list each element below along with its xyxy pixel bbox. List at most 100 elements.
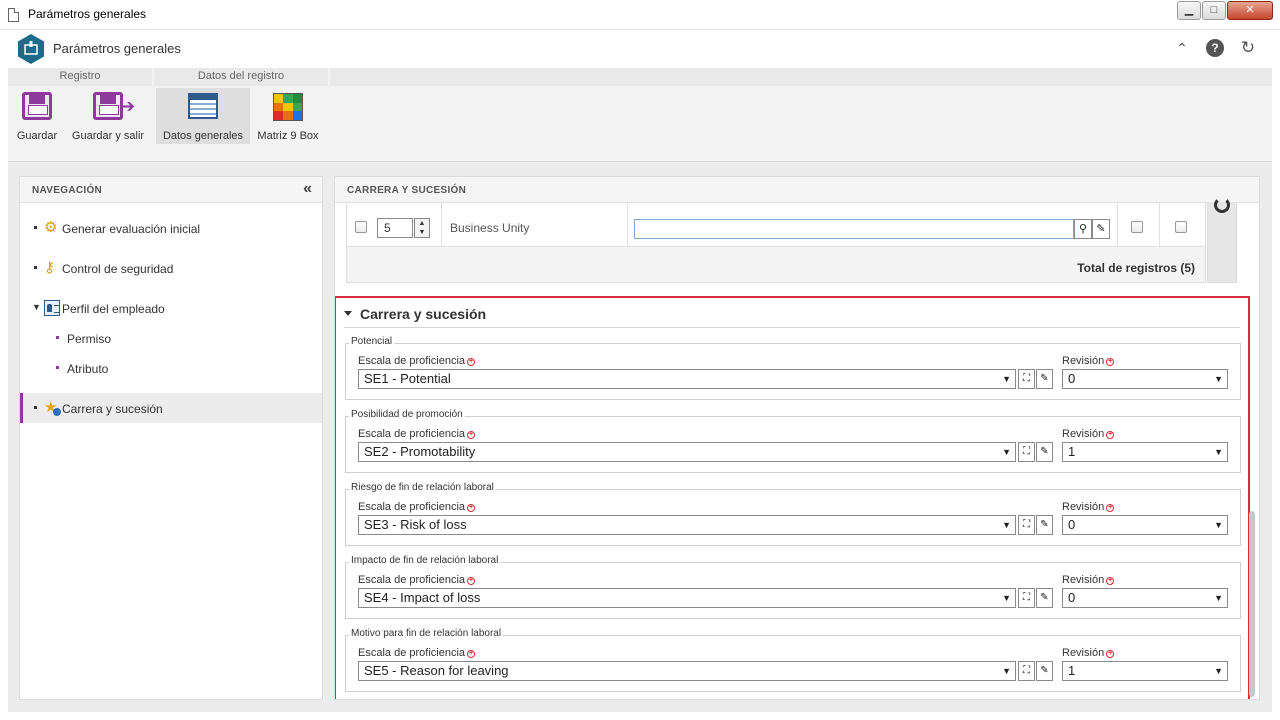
exit-arrow-icon: ➔	[120, 96, 136, 116]
search-icon[interactable]: ⚲	[1074, 219, 1092, 239]
revision-label: Revisión +	[1062, 428, 1115, 440]
refresh-icon[interactable]: ↻	[1239, 39, 1257, 57]
expand-arrow-icon[interactable]: ▼	[32, 302, 41, 312]
scale-value: SE3 - Risk of loss	[364, 517, 467, 532]
nav-item-label: Atributo	[67, 362, 109, 376]
dropdown-arrow-icon: ▼	[1002, 447, 1011, 457]
bullet-icon	[56, 336, 59, 339]
revision-select[interactable]: 0 ▼	[1062, 588, 1228, 608]
fieldset-legend: Posibilidad de promoción	[349, 409, 465, 420]
maximize-button[interactable]: □	[1202, 1, 1226, 20]
dropdown-arrow-icon: ▼	[1002, 666, 1011, 676]
row-option-checkbox-2[interactable]	[1175, 221, 1187, 233]
general-data-button[interactable]: Datos generales	[156, 88, 250, 144]
key-icon: ⚷	[44, 259, 55, 276]
bullet-icon	[34, 226, 37, 229]
collapse-up-icon[interactable]: ⌃	[1173, 39, 1191, 57]
window-titlebar: Parámetros generales ▁ □ ✕	[0, 0, 1280, 30]
section-header[interactable]: Carrera y sucesión	[344, 306, 486, 322]
fieldset-legend: Riesgo de fin de relación laboral	[349, 482, 496, 493]
binoculars-icon[interactable]: ⛶	[1018, 442, 1035, 462]
scale-label-text: Escala de proficiencia	[358, 355, 466, 367]
revision-label-text: Revisión	[1062, 428, 1105, 440]
scale-value: SE5 - Reason for leaving	[364, 663, 509, 678]
clear-icon[interactable]: ✎	[1036, 515, 1053, 535]
revision-select[interactable]: 1 ▼	[1062, 661, 1228, 681]
main-panel: CARRERA Y SUCESIÓN 5 ▲ ▼ Business Unity ⚲…	[334, 176, 1260, 700]
scale-label-text: Escala de proficiencia	[358, 501, 466, 513]
fieldset-legend: Impacto de fin de relación laboral	[349, 555, 501, 566]
document-icon	[8, 8, 19, 22]
fieldset-riesgo: Riesgo de fin de relación laboral Escala…	[345, 482, 1241, 546]
nav-item-carrera-sucesion[interactable]: ★ Carrera y sucesión	[20, 393, 322, 423]
dropdown-arrow-icon: ▼	[1214, 447, 1223, 457]
collapse-left-icon[interactable]: «	[303, 180, 312, 198]
required-icon: +	[1106, 650, 1115, 658]
scale-select[interactable]: SE3 - Risk of loss ▼	[358, 515, 1016, 535]
revision-value: 0	[1068, 590, 1076, 605]
row-value-input[interactable]	[634, 219, 1074, 239]
row-select-checkbox[interactable]	[355, 221, 367, 233]
save-exit-icon	[93, 92, 123, 120]
binoculars-icon[interactable]: ⛶	[1018, 661, 1035, 681]
required-icon: +	[467, 358, 476, 366]
ribbon-group-empty	[330, 68, 1272, 86]
nav-item-generar-evaluacion[interactable]: ⚙ Generar evaluación inicial	[20, 213, 322, 243]
nav-item-label: Permiso	[67, 332, 112, 346]
order-spinner[interactable]: ▲ ▼	[414, 218, 430, 238]
fieldset-impacto: Impacto de fin de relación laboral Escal…	[345, 555, 1241, 619]
nine-box-matrix-button[interactable]: Matriz 9 Box	[252, 88, 324, 144]
save-and-exit-button[interactable]: ➔ Guardar y salir	[68, 88, 148, 144]
scale-select[interactable]: SE4 - Impact of loss ▼	[358, 588, 1016, 608]
app-title: Parámetros generales	[53, 41, 181, 56]
order-number-input[interactable]: 5	[377, 218, 413, 238]
bullet-icon	[56, 366, 59, 369]
main-scrollbar[interactable]	[1249, 511, 1255, 697]
ribbon-toolbar: Registro Datos del registro Guardar ➔ Gu…	[8, 68, 1272, 162]
revision-label: Revisión +	[1062, 647, 1115, 659]
scale-select[interactable]: SE5 - Reason for leaving ▼	[358, 661, 1016, 681]
scale-label: Escala de proficiencia +	[358, 355, 476, 367]
revision-value: 0	[1068, 517, 1076, 532]
row-option-checkbox-1[interactable]	[1131, 221, 1143, 233]
revision-select[interactable]: 1 ▼	[1062, 442, 1228, 462]
nav-item-permiso[interactable]: Permiso	[20, 323, 322, 353]
help-icon[interactable]: ?	[1206, 39, 1224, 57]
save-button[interactable]: Guardar	[12, 88, 62, 144]
required-icon: +	[1106, 358, 1115, 366]
nav-item-control-seguridad[interactable]: ⚷ Control de seguridad	[20, 253, 322, 283]
table-row[interactable]: 5 ▲ ▼ Business Unity ⚲ ✎	[347, 203, 1205, 247]
nav-item-atributo[interactable]: Atributo	[20, 353, 322, 383]
scale-label: Escala de proficiencia +	[358, 647, 476, 659]
close-button[interactable]: ✕	[1227, 1, 1273, 20]
binoculars-icon[interactable]: ⛶	[1018, 588, 1035, 608]
grid-scrollbar[interactable]	[1207, 197, 1237, 283]
binoculars-icon[interactable]: ⛶	[1018, 515, 1035, 535]
column-divider	[627, 203, 628, 247]
general-data-label: Datos generales	[162, 130, 244, 142]
app-logo-icon	[18, 34, 44, 64]
dropdown-arrow-icon: ▼	[1214, 520, 1223, 530]
scale-label-text: Escala de proficiencia	[358, 647, 466, 659]
nav-item-label: Control de seguridad	[62, 262, 174, 276]
nine-box-icon	[273, 93, 303, 121]
revision-select[interactable]: 0 ▼	[1062, 515, 1228, 535]
clear-icon[interactable]: ✎	[1036, 661, 1053, 681]
dropdown-arrow-icon: ▼	[1002, 593, 1011, 603]
evaluation-icon: ⚙	[44, 219, 58, 236]
clear-icon[interactable]: ✎	[1036, 369, 1053, 389]
column-divider	[1117, 203, 1118, 247]
dropdown-arrow-icon: ▼	[1214, 593, 1223, 603]
clear-icon[interactable]: ✎	[1036, 442, 1053, 462]
scale-select[interactable]: SE2 - Promotability ▼	[358, 442, 1016, 462]
revision-select[interactable]: 0 ▼	[1062, 369, 1228, 389]
main-title: CARRERA Y SUCESIÓN	[347, 185, 467, 196]
nav-item-perfil-empleado[interactable]: ▼ Perfil del empleado	[20, 293, 322, 323]
binoculars-icon[interactable]: ⛶	[1018, 369, 1035, 389]
scale-select[interactable]: SE1 - Potential ▼	[358, 369, 1016, 389]
clear-icon[interactable]: ✎	[1036, 588, 1053, 608]
scale-label-text: Escala de proficiencia	[358, 428, 466, 440]
clear-icon[interactable]: ✎	[1092, 219, 1110, 239]
minimize-button[interactable]: ▁	[1177, 1, 1201, 20]
collapse-caret-icon[interactable]	[344, 310, 352, 316]
